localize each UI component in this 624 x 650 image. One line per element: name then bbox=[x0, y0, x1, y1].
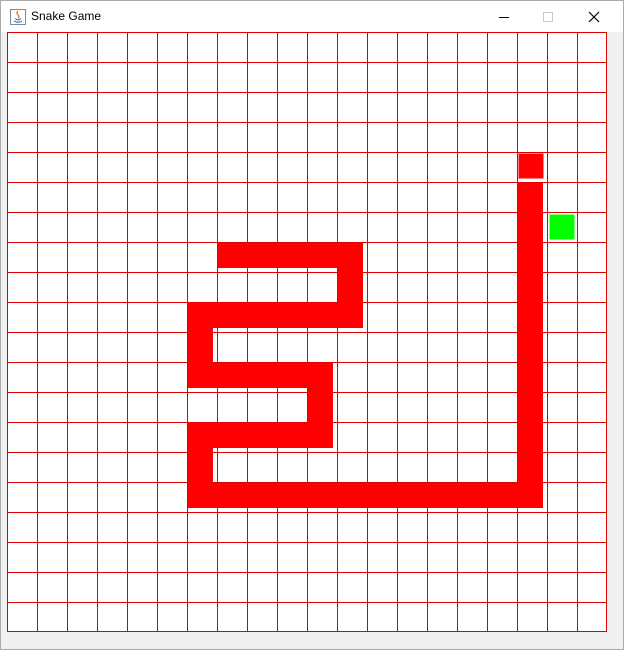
window-title: Snake Game bbox=[31, 9, 102, 23]
close-button[interactable] bbox=[571, 1, 617, 32]
java-app-icon bbox=[10, 9, 26, 25]
title-bar[interactable]: Snake Game bbox=[1, 1, 623, 32]
game-canvas bbox=[7, 32, 607, 632]
snake-head bbox=[518, 153, 544, 179]
minimize-button[interactable] bbox=[481, 1, 527, 32]
game-window: Snake Game bbox=[0, 0, 624, 650]
maximize-icon bbox=[543, 11, 553, 22]
game-board[interactable] bbox=[7, 32, 607, 632]
food-layer bbox=[549, 214, 575, 240]
minimize-icon bbox=[499, 16, 509, 18]
snake bbox=[188, 153, 544, 508]
grid-lines bbox=[7, 32, 607, 632]
close-icon bbox=[588, 11, 600, 22]
maximize-button[interactable] bbox=[525, 1, 571, 32]
snake-body bbox=[188, 183, 543, 508]
food-pellet bbox=[549, 214, 575, 240]
